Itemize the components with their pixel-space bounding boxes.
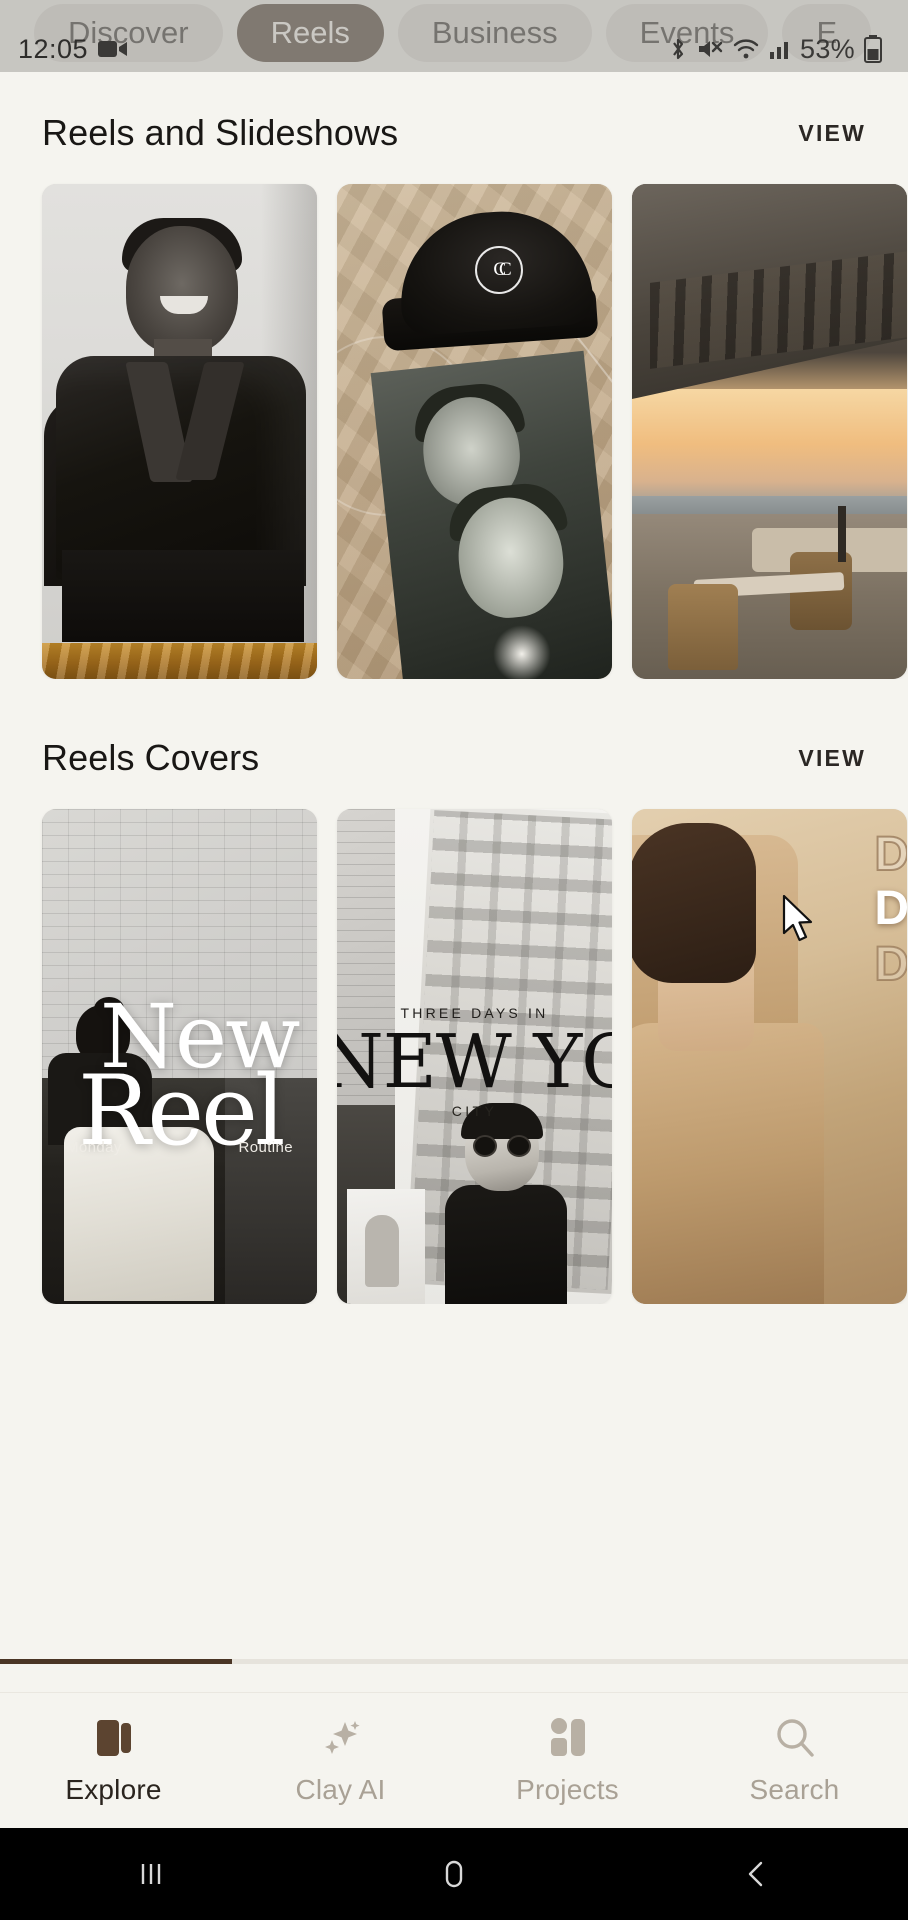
section-header-reels-covers: Reels Covers VIEW (0, 679, 908, 779)
tab-discover-label: Discover (68, 15, 189, 50)
tab-more-label: E (816, 15, 838, 50)
tab-events[interactable]: Events (605, 4, 769, 62)
cover-subtitle-row: Monday Routine (66, 1139, 293, 1156)
bottom-nav-label-clay-ai: Clay AI (295, 1773, 386, 1805)
cover-title: NEW YORK (337, 1019, 612, 1105)
reel-card-laughing-man-leather-jacket[interactable] (42, 184, 317, 679)
cover-subtitle-right: Routine (238, 1139, 293, 1156)
cover-text-line-3: DE (873, 937, 907, 992)
view-all-link-reels-and-slideshows[interactable]: VIEW (798, 120, 866, 147)
main-content[interactable]: Reels and Slideshows VIEW CC Reels Cover… (0, 72, 908, 1664)
android-navigation-bar[interactable] (0, 1828, 908, 1920)
cover-text-line-1: DE (873, 827, 907, 882)
back-icon[interactable] (697, 1828, 817, 1920)
carousel-reels-covers[interactable]: New Reel Monday Routine THREE DAYS IN NE… (0, 779, 908, 1304)
tab-events-label: Events (639, 15, 735, 50)
reel-card-sunset-rooftop-terrace[interactable] (632, 184, 907, 679)
view-all-link-reels-covers[interactable]: VIEW (798, 745, 866, 772)
tab-discover[interactable]: Discover (34, 4, 223, 62)
bottom-nav-item-search[interactable]: Search (681, 1716, 908, 1806)
bottom-nav-label-search: Search (749, 1773, 840, 1805)
bottom-navigation-bar[interactable]: Explore Clay AI Projects Search (0, 1692, 908, 1828)
cover-subtitle: CITY (451, 1103, 498, 1119)
sunglasses-icon (473, 1135, 531, 1157)
tab-business[interactable]: Business (397, 4, 592, 62)
reel-card-chanel-beanie-on-linen[interactable]: CC (337, 184, 612, 679)
bottom-nav-item-explore[interactable]: Explore (0, 1716, 227, 1806)
bottom-nav-item-projects[interactable]: Projects (454, 1716, 681, 1806)
scroll-track[interactable] (0, 1659, 908, 1664)
cover-card-desert-dress[interactable]: DE DE DE (632, 809, 907, 1304)
bottom-nav-item-clay-ai[interactable]: Clay AI (227, 1716, 454, 1806)
tab-more[interactable]: E (782, 4, 872, 62)
cover-subtitle-left: Monday (66, 1139, 122, 1156)
bottom-nav-label-projects: Projects (516, 1773, 619, 1805)
grid-icon (547, 1716, 589, 1760)
search-icon (773, 1716, 817, 1760)
sparkles-icon (319, 1716, 363, 1760)
cover-card-new-york[interactable]: THREE DAYS IN NEW YORK CITY (337, 809, 612, 1304)
app-screen: Discover Reels Business Events E 12:05 5… (0, 0, 908, 1920)
category-tab-strip[interactable]: Discover Reels Business Events E (0, 0, 908, 72)
cover-text-line-2: DE (874, 882, 907, 935)
tab-reels[interactable]: Reels (236, 4, 384, 62)
section-title: Reels Covers (42, 737, 260, 778)
tab-business-label: Business (431, 15, 558, 50)
book-icon (93, 1716, 135, 1760)
bottom-nav-label-explore: Explore (65, 1773, 162, 1805)
tab-reels-label: Reels (270, 15, 350, 50)
section-title: Reels and Slideshows (42, 112, 399, 153)
scroll-thumb[interactable] (0, 1659, 232, 1664)
cover-card-new-reel[interactable]: New Reel Monday Routine (42, 809, 317, 1304)
home-icon[interactable] (394, 1828, 514, 1920)
chanel-logo-icon: CC (475, 246, 523, 294)
section-header-reels-and-slideshows: Reels and Slideshows VIEW (0, 72, 908, 154)
carousel-reels-and-slideshows[interactable]: CC (0, 154, 908, 679)
recents-icon[interactable] (91, 1828, 211, 1920)
